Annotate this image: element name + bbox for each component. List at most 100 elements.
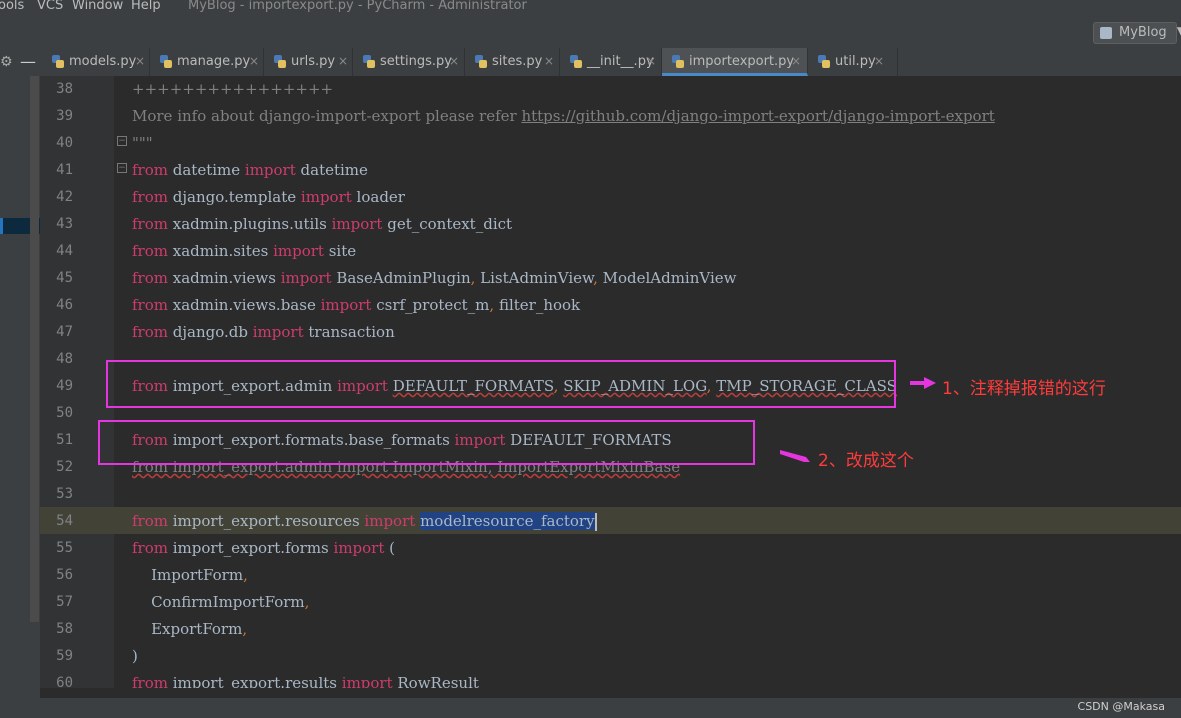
token: django: [167, 188, 224, 206]
annotation-note-2: 2、改成这个: [818, 451, 914, 471]
token: ExportForm: [132, 620, 243, 638]
keyword: import: [273, 242, 324, 260]
comma: ,: [242, 620, 248, 638]
close-icon[interactable]: ×: [646, 54, 656, 68]
django-icon: [1100, 27, 1112, 39]
keyword: import: [331, 215, 383, 233]
code-line-39: More info about django-import-export ple…: [132, 103, 995, 130]
status-bar: CSDN @Makasa: [0, 698, 1181, 718]
tab-label: importexport.py: [689, 54, 795, 69]
tab-manage[interactable]: manage.py ×: [150, 48, 264, 76]
python-file-icon: [160, 55, 172, 69]
gear-icon[interactable]: ⚙: [0, 54, 13, 70]
token: xadmin: [167, 215, 229, 233]
line-number: 42: [56, 189, 73, 205]
keyword: from: [132, 512, 168, 530]
code-line-42: from django.template import loader: [132, 184, 405, 211]
keyword: import: [320, 296, 372, 314]
keyword: import: [280, 269, 332, 287]
minus-icon[interactable]: —: [20, 52, 36, 71]
token: resources: [285, 512, 365, 530]
tab-label: __init__.py: [587, 54, 654, 69]
tab-label: sites.py: [492, 54, 543, 69]
arrow-icon: [910, 377, 936, 389]
token: loader: [351, 188, 405, 206]
chevron-down-icon: ▼: [1177, 24, 1181, 38]
keyword: import: [244, 161, 296, 179]
menu-window[interactable]: Window: [72, 0, 123, 13]
menu-vcs[interactable]: VCS: [37, 0, 63, 13]
code-line-56: ImportForm,: [132, 562, 248, 589]
fold-marker-icon[interactable]: −: [117, 136, 127, 146]
code-line-55: from import_export.forms import (: [132, 535, 395, 562]
annotation-note-1: 1、注释掉报错的这行: [942, 379, 1106, 399]
annotation-box-2: [98, 420, 755, 465]
close-icon[interactable]: ×: [449, 54, 459, 68]
run-config-label: MyBlog: [1119, 25, 1167, 40]
token: transaction: [303, 323, 395, 341]
code-line-54: from import_export.resources import mode…: [132, 508, 597, 535]
menu-tools[interactable]: ools: [0, 0, 24, 13]
horizontal-scrollbar[interactable]: [40, 688, 1181, 698]
code-line-43: from xadmin.plugins.utils import get_con…: [132, 211, 512, 238]
tab-label: models.py: [69, 54, 137, 69]
token: xadmin: [167, 269, 229, 287]
code-line-41: from datetime import datetime: [132, 157, 368, 184]
menu-bar: ools VCS Window Help MyBlog - importexpo…: [0, 0, 1181, 16]
close-icon[interactable]: ×: [135, 54, 145, 68]
arrow-icon: [780, 450, 810, 462]
token: ConfirmImportForm: [132, 593, 305, 611]
close-icon[interactable]: ×: [791, 54, 801, 68]
keyword: from: [132, 242, 168, 260]
line-number: 56: [56, 567, 73, 583]
tab-settings[interactable]: settings.py ×: [353, 48, 465, 76]
token: views: [233, 296, 276, 314]
tab-models[interactable]: models.py ×: [42, 48, 150, 76]
tab-label: settings.py: [380, 54, 452, 69]
code-line-57: ConfirmImportForm,: [132, 589, 309, 616]
token: db: [228, 323, 253, 341]
line-number: 57: [56, 594, 73, 610]
code-line-59: ): [132, 647, 138, 665]
token: xadmin: [167, 296, 229, 314]
line-number: 54: [56, 513, 73, 529]
keyword: import: [252, 323, 304, 341]
token: ImportForm: [132, 566, 244, 584]
tab-importexport[interactable]: importexport.py ×: [662, 48, 808, 76]
tab-sites[interactable]: sites.py ×: [465, 48, 560, 76]
token: base: [280, 296, 321, 314]
close-icon[interactable]: ×: [249, 54, 259, 68]
keyword: from: [132, 161, 168, 179]
close-icon[interactable]: ×: [874, 54, 884, 68]
token: xadmin: [167, 242, 229, 260]
token: get_context_dict: [382, 215, 513, 233]
close-icon[interactable]: ×: [338, 54, 348, 68]
tab-init[interactable]: __init__.py ×: [560, 48, 662, 76]
editor-tab-bar: ⚙ — models.py × manage.py × urls.py × se…: [0, 48, 1181, 77]
keyword: import: [333, 539, 385, 557]
run-config-selector[interactable]: MyBlog ▼: [1093, 22, 1181, 44]
menu-help[interactable]: Help: [131, 0, 161, 13]
token: import_export: [167, 539, 281, 557]
watermark: CSDN @Makasa: [1077, 700, 1165, 713]
token: datetime: [167, 161, 245, 179]
docstring-text: More info about django-import-export ple…: [132, 107, 522, 125]
vertical-scrollbar[interactable]: [30, 76, 39, 622]
keyword: from: [132, 188, 168, 206]
line-number: 47: [56, 324, 73, 340]
token: sites: [233, 242, 274, 260]
docstring-link[interactable]: https://github.com/django-import-export/…: [521, 107, 994, 125]
tab-urls[interactable]: urls.py ×: [264, 48, 353, 76]
token: ModelAdminView: [597, 269, 737, 287]
fold-marker-icon[interactable]: −: [117, 163, 127, 173]
line-number: 49: [56, 378, 73, 394]
code-line-47: from django.db import transaction: [132, 319, 395, 346]
python-file-icon: [818, 55, 830, 69]
line-number: 59: [56, 648, 73, 664]
tab-util[interactable]: util.py ×: [808, 48, 898, 76]
line-number: 50: [56, 405, 73, 421]
line-number: 41: [56, 162, 73, 178]
code-line-45: from xadmin.views import BaseAdminPlugin…: [132, 265, 736, 292]
selected-text[interactable]: modelresource_factory: [420, 512, 595, 530]
close-icon[interactable]: ×: [544, 54, 554, 68]
